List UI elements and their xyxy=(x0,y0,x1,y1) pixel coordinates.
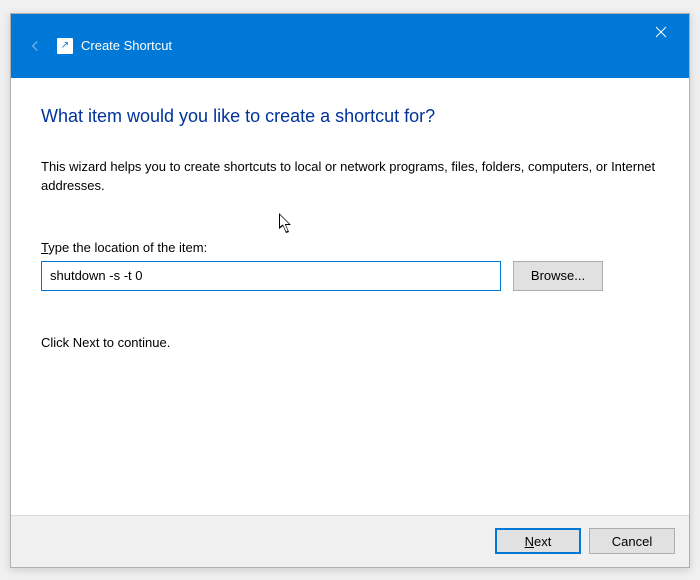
page-description: This wizard helps you to create shortcut… xyxy=(41,157,659,196)
shortcut-icon: ↗ xyxy=(57,38,73,54)
browse-button[interactable]: Browse... xyxy=(513,261,603,291)
titlebar: ↗ Create Shortcut xyxy=(11,14,689,78)
input-row: Browse... xyxy=(41,261,659,291)
wizard-content: What item would you like to create a sho… xyxy=(11,78,689,515)
next-button[interactable]: Next xyxy=(495,528,581,554)
create-shortcut-wizard: ↗ Create Shortcut What item would you li… xyxy=(10,13,690,568)
page-heading: What item would you like to create a sho… xyxy=(41,106,659,127)
location-label: Type the location of the item: xyxy=(41,240,659,255)
wizard-footer: Next Cancel xyxy=(11,515,689,567)
cancel-button[interactable]: Cancel xyxy=(589,528,675,554)
window-title: Create Shortcut xyxy=(81,38,172,53)
back-button xyxy=(23,34,47,58)
cursor-icon xyxy=(279,213,295,235)
continue-instruction: Click Next to continue. xyxy=(41,335,659,350)
close-button[interactable] xyxy=(641,18,681,46)
location-input[interactable] xyxy=(41,261,501,291)
